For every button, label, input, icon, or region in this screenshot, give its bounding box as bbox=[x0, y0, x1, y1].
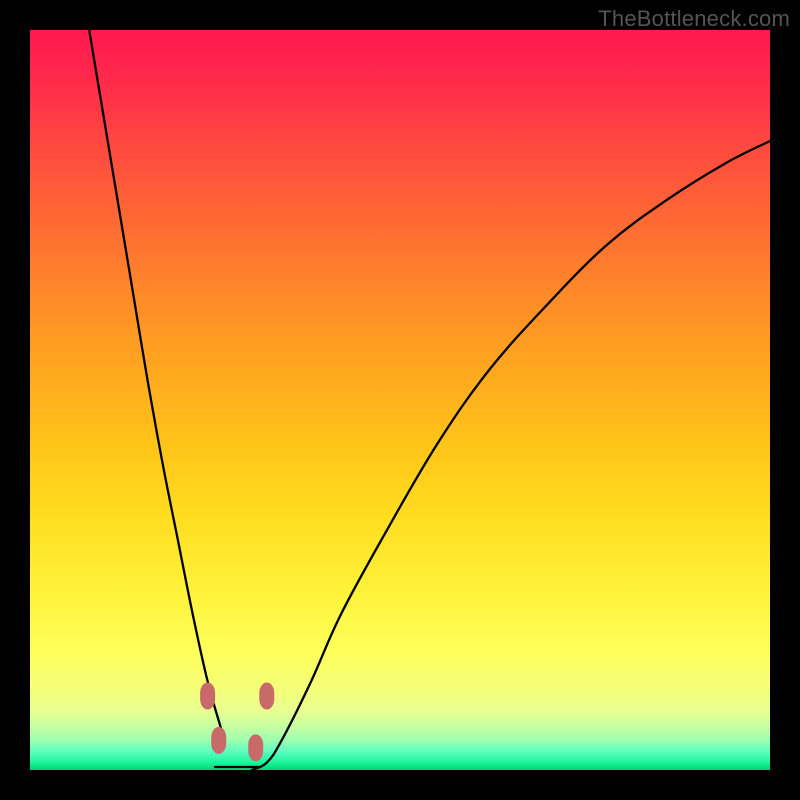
curve-svg bbox=[30, 30, 770, 770]
marker-left-lower bbox=[212, 727, 226, 753]
marker-left-upper bbox=[201, 683, 215, 709]
chart-frame: TheBottleneck.com bbox=[0, 0, 800, 800]
marker-right-upper bbox=[260, 683, 274, 709]
attribution-label: TheBottleneck.com bbox=[598, 6, 790, 32]
curve-left-branch bbox=[89, 30, 222, 733]
curve-right-branch bbox=[252, 141, 770, 770]
marker-right-lower bbox=[249, 735, 263, 761]
plot-area bbox=[30, 30, 770, 770]
marker-group bbox=[201, 683, 274, 761]
